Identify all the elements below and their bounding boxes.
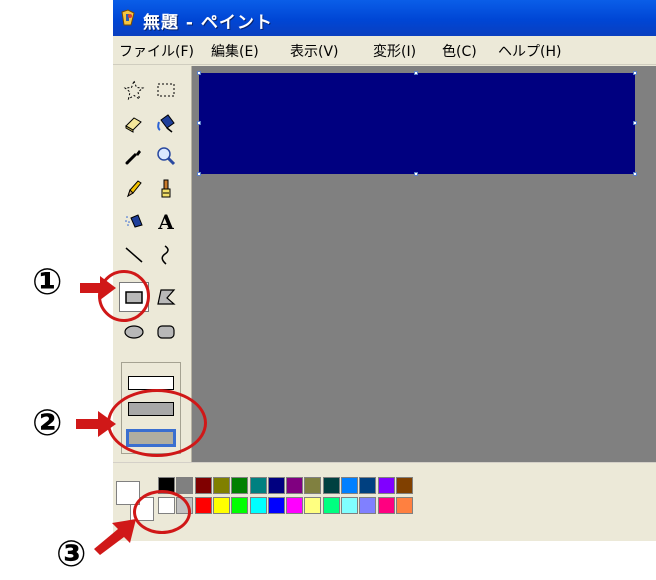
color-swatch[interactable] bbox=[194, 497, 212, 514]
color-swatch[interactable] bbox=[341, 477, 358, 494]
menu-view[interactable]: 表示(V) bbox=[290, 41, 339, 61]
color-swatch[interactable] bbox=[304, 477, 322, 494]
eraser-icon bbox=[125, 117, 142, 133]
color-swatch[interactable] bbox=[304, 497, 322, 514]
free-select-tool[interactable] bbox=[119, 75, 149, 105]
color-swatch[interactable] bbox=[176, 477, 194, 494]
color-swatch[interactable] bbox=[322, 497, 340, 514]
resize-handle[interactable] bbox=[197, 71, 201, 75]
color-swatch[interactable] bbox=[395, 477, 413, 494]
pencil-icon bbox=[127, 180, 142, 198]
color-swatch[interactable] bbox=[359, 477, 377, 494]
color-picker-tool[interactable] bbox=[119, 141, 149, 171]
rounded-rectangle-icon bbox=[157, 325, 175, 339]
color-swatch[interactable] bbox=[286, 497, 304, 514]
pencil-tool[interactable] bbox=[119, 174, 149, 204]
annotation-circle-1 bbox=[98, 270, 150, 322]
color-swatch[interactable] bbox=[231, 497, 249, 514]
color-swatch[interactable] bbox=[267, 497, 285, 514]
outline-only-option[interactable] bbox=[128, 376, 174, 390]
color-swatch[interactable] bbox=[341, 497, 358, 514]
resize-handle[interactable] bbox=[633, 121, 637, 125]
resize-handle[interactable] bbox=[414, 71, 418, 75]
text-tool[interactable]: A bbox=[151, 207, 181, 237]
color-swatch[interactable] bbox=[286, 477, 304, 494]
text-icon: A bbox=[158, 210, 174, 234]
color-swatch[interactable] bbox=[249, 497, 267, 514]
fill-tool[interactable] bbox=[151, 108, 181, 138]
resize-handle[interactable] bbox=[197, 172, 201, 176]
annotation-marker-3: ③ bbox=[56, 534, 87, 575]
ellipse-icon bbox=[124, 325, 144, 339]
curve-tool[interactable] bbox=[151, 240, 181, 270]
color-swatch[interactable] bbox=[212, 497, 230, 514]
curve-icon bbox=[161, 245, 169, 265]
color-swatch[interactable] bbox=[377, 497, 395, 514]
resize-handle[interactable] bbox=[633, 71, 637, 75]
resize-handle[interactable] bbox=[197, 121, 201, 125]
menu-bar: ファイル(F) 編集(E) 表示(V) 変形(I) 色(C) ヘルプ(H) bbox=[113, 36, 656, 65]
polygon-tool[interactable] bbox=[151, 282, 181, 312]
airbrush-tool[interactable] bbox=[119, 207, 149, 237]
resize-handle[interactable] bbox=[633, 172, 637, 176]
magnifier-tool[interactable] bbox=[151, 141, 181, 171]
brush-tool[interactable] bbox=[151, 174, 181, 204]
annotation-circle-2 bbox=[107, 389, 207, 457]
color-swatch[interactable] bbox=[231, 477, 249, 494]
color-swatch[interactable] bbox=[395, 497, 413, 514]
menu-colors[interactable]: 色(C) bbox=[442, 41, 477, 61]
menu-file[interactable]: ファイル(F) bbox=[119, 41, 194, 61]
menu-image[interactable]: 変形(I) bbox=[373, 41, 416, 61]
annotation-marker-1: ① bbox=[32, 262, 63, 303]
rect-select-tool[interactable] bbox=[151, 75, 181, 105]
dashed-rectangle-icon bbox=[157, 83, 175, 97]
paint-bucket-icon bbox=[157, 114, 175, 133]
paint-app-icon bbox=[119, 9, 137, 27]
navy-rectangle-shape bbox=[199, 73, 635, 174]
eraser-tool[interactable] bbox=[119, 108, 149, 138]
window-title: 無題 - ペイント bbox=[143, 13, 273, 33]
line-icon bbox=[125, 247, 143, 263]
polygon-icon bbox=[157, 289, 176, 305]
line-tool[interactable] bbox=[119, 240, 149, 270]
menu-edit[interactable]: 編集(E) bbox=[211, 41, 259, 61]
annotation-marker-2: ② bbox=[32, 403, 63, 444]
color-swatch[interactable] bbox=[249, 477, 267, 494]
annotation-circle-3 bbox=[133, 490, 191, 534]
eyedropper-icon bbox=[125, 150, 141, 165]
magnifier-icon bbox=[157, 147, 176, 166]
menu-help[interactable]: ヘルプ(H) bbox=[498, 41, 561, 61]
airbrush-icon bbox=[125, 214, 143, 228]
canvas-area bbox=[192, 66, 656, 462]
paint-window: 無題 - ペイント ファイル(F) 編集(E) 表示(V) 変形(I) 色(C)… bbox=[113, 0, 656, 541]
color-swatch[interactable] bbox=[322, 477, 340, 494]
brush-icon bbox=[161, 179, 171, 198]
color-swatch[interactable] bbox=[359, 497, 377, 514]
resize-handle[interactable] bbox=[414, 172, 418, 176]
drawing-canvas[interactable] bbox=[199, 73, 635, 174]
color-palette-bar bbox=[113, 462, 656, 541]
title-bar: 無題 - ペイント bbox=[113, 0, 656, 36]
color-swatch[interactable] bbox=[212, 477, 230, 494]
star-dashed-icon bbox=[123, 79, 145, 101]
rounded-rectangle-tool[interactable] bbox=[151, 317, 181, 347]
color-swatch[interactable] bbox=[267, 477, 285, 494]
color-swatch[interactable] bbox=[194, 477, 212, 494]
color-swatch[interactable] bbox=[377, 477, 395, 494]
annotation-arrow-3 bbox=[94, 519, 136, 555]
